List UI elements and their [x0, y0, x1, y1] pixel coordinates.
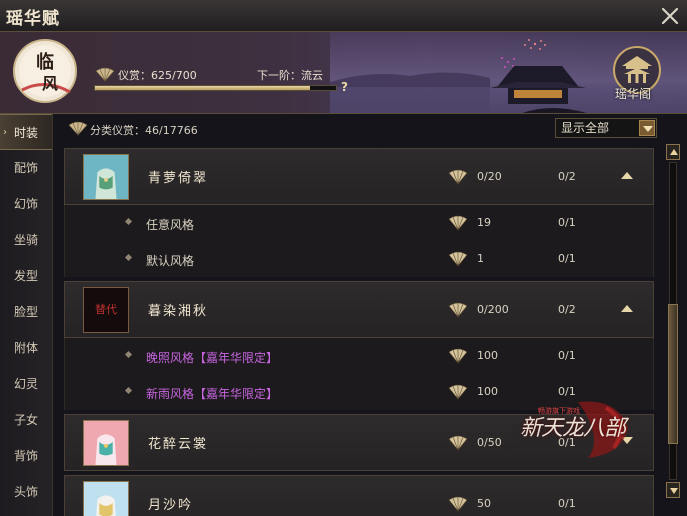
- bullet-icon: [124, 350, 133, 359]
- rank-banner: 临 风 仪赏：625/700 下一阶：流云 ? 瑶华阁: [0, 32, 687, 114]
- help-icon[interactable]: ?: [341, 80, 348, 94]
- caret-icon: ›: [3, 127, 7, 138]
- list-scrollbar[interactable]: [666, 144, 680, 498]
- outfit-owned: 0/1: [558, 497, 576, 510]
- scroll-thumb[interactable]: [668, 304, 678, 444]
- sidebar-item-children[interactable]: 子女: [0, 402, 52, 438]
- sidebar-item-label: 发型: [13, 269, 38, 283]
- rank-badge-icon: 临 风: [13, 39, 77, 103]
- outfit-group[interactable]: 青萝倚翠 0/20 0/2: [64, 148, 654, 205]
- sidebar-item-label: 幻灵: [13, 377, 38, 391]
- style-name: 默认风格: [146, 254, 195, 268]
- outfit-owned: 0/2: [558, 170, 576, 183]
- outfit-name: 暮染湘秋: [148, 304, 209, 319]
- style-row[interactable]: 晚照风格【嘉年华限定】 100 0/1: [64, 338, 654, 374]
- sidebar-item-back[interactable]: 背饰: [0, 438, 52, 474]
- outfit-score: 0/50: [477, 436, 502, 449]
- outfit-thumbnail: [83, 481, 129, 516]
- style-owned: 0/1: [558, 252, 576, 265]
- sidebar-item-accessory[interactable]: 配饰: [0, 150, 52, 186]
- outfit-thumbnail: [83, 420, 129, 466]
- outfit-score: 0/200: [477, 303, 509, 316]
- fan-icon: [95, 67, 115, 82]
- window-title: 瑶华赋: [6, 9, 60, 29]
- sidebar-item-face[interactable]: 脸型: [0, 294, 52, 330]
- style-row[interactable]: 任意风格 19 0/1: [64, 205, 654, 241]
- fan-icon: [448, 496, 468, 512]
- style-score: 100: [477, 385, 498, 398]
- fan-icon: [448, 169, 468, 185]
- outfit-group[interactable]: 月沙吟 50 0/1: [64, 475, 654, 516]
- scroll-down-icon[interactable]: [666, 482, 680, 498]
- bullet-icon: [124, 217, 133, 226]
- style-score: 1: [477, 252, 484, 265]
- progress-bar: [94, 85, 337, 91]
- sidebar-item-label: 附体: [13, 341, 38, 355]
- sidebar-item-headwear[interactable]: 头饰: [0, 474, 52, 510]
- close-icon[interactable]: [659, 5, 681, 27]
- collapse-icon[interactable]: [620, 170, 634, 180]
- style-score: 100: [477, 349, 498, 362]
- style-owned: 0/1: [558, 349, 576, 362]
- fan-icon: [448, 348, 468, 364]
- sidebar-item-mount[interactable]: 坐骑: [0, 222, 52, 258]
- bullet-icon: [124, 253, 133, 262]
- outfit-owned: 0/2: [558, 303, 576, 316]
- sidebar-item-label: 幻饰: [13, 197, 38, 211]
- sidebar-item-label: 脸型: [13, 305, 38, 319]
- category-sidebar: › 时装 配饰 幻饰 坐骑 发型 脸型 附体 幻灵 子女 背饰 头饰: [0, 114, 53, 516]
- dropdown-arrow-icon[interactable]: [639, 120, 655, 136]
- next-tier-label: 下一阶：流云: [257, 69, 323, 82]
- outfit-score: 0/20: [477, 170, 502, 183]
- pavilion-label[interactable]: 瑶华阁: [615, 85, 651, 102]
- sidebar-item-spirit[interactable]: 幻灵: [0, 366, 52, 402]
- fan-icon: [68, 121, 88, 136]
- fan-icon: [448, 384, 468, 400]
- fan-icon: [448, 302, 468, 318]
- progress-label: 仪赏：625/700: [118, 69, 197, 82]
- scroll-up-icon[interactable]: [666, 144, 680, 160]
- filter-dropdown[interactable]: 显示全部: [555, 118, 657, 138]
- collapse-icon[interactable]: [620, 303, 634, 313]
- sidebar-item-fashion[interactable]: › 时装: [0, 114, 52, 150]
- filter-selected: 显示全部: [561, 121, 610, 135]
- svg-text:风: 风: [42, 74, 58, 93]
- title-bar: 瑶华赋: [0, 0, 687, 32]
- sidebar-item-label: 子女: [13, 413, 38, 427]
- fan-icon: [448, 251, 468, 267]
- progress-fill: [95, 86, 311, 90]
- sidebar-item-label: 时装: [13, 126, 38, 140]
- fan-icon: [448, 435, 468, 451]
- sidebar-item-label: 坐骑: [13, 233, 38, 247]
- outfit-name: 月沙吟: [148, 498, 194, 513]
- outfit-group[interactable]: 替代 暮染湘秋 0/200 0/2: [64, 281, 654, 338]
- style-name: 晚照风格【嘉年华限定】: [146, 351, 279, 365]
- outfit-name: 青萝倚翠: [148, 171, 209, 186]
- style-score: 19: [477, 216, 491, 229]
- style-row[interactable]: 默认风格 1 0/1: [64, 241, 654, 277]
- svg-text:临: 临: [36, 51, 54, 73]
- bullet-icon: [124, 386, 133, 395]
- sidebar-item-label: 配饰: [13, 161, 38, 175]
- fan-icon: [448, 215, 468, 231]
- sidebar-item-possession[interactable]: 附体: [0, 330, 52, 366]
- sidebar-item-hairstyle[interactable]: 发型: [0, 258, 52, 294]
- style-owned: 0/1: [558, 385, 576, 398]
- style-name: 新雨风格【嘉年华限定】: [146, 387, 279, 401]
- style-name: 任意风格: [146, 218, 195, 232]
- outfit-name: 花醉云裳: [148, 437, 209, 452]
- outfit-thumbnail: [83, 154, 129, 200]
- style-owned: 0/1: [558, 216, 576, 229]
- sidebar-item-label: 头饰: [13, 485, 38, 499]
- outfit-thumbnail: 替代: [83, 287, 129, 333]
- sidebar-item-illusion-accessory[interactable]: 幻饰: [0, 186, 52, 222]
- logo-title: 新天龙八部: [520, 416, 626, 441]
- sidebar-item-label: 背饰: [13, 449, 38, 463]
- category-bar: 分类仪赏：46/17766 显示全部: [60, 118, 658, 140]
- category-score-label: 分类仪赏：46/17766: [90, 124, 198, 137]
- outfit-score: 50: [477, 497, 491, 510]
